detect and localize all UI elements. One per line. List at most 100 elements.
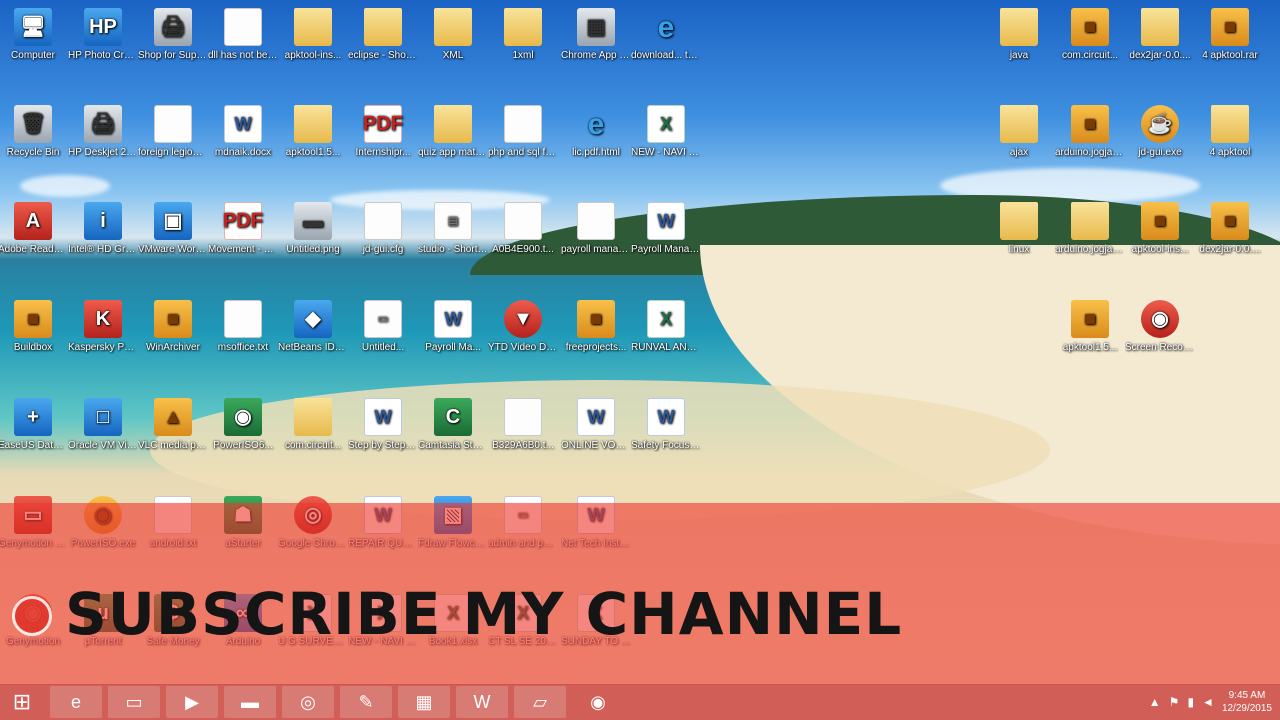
desktop-icon-label: ONLINE VOTING SY... xyxy=(561,440,631,451)
desktop-icon[interactable]: ■ com.circuit... xyxy=(1055,6,1125,62)
desktop-icon[interactable]: PDF Internshipr... xyxy=(348,103,418,159)
paint-taskbar-button[interactable]: ✎ xyxy=(340,686,392,718)
desktop-icon[interactable]: ■ freeprojects... xyxy=(561,298,631,354)
clock[interactable]: 9:45 AM 12/29/2015 xyxy=(1222,689,1272,715)
desktop-icon[interactable]: ◉ PowerISO6... xyxy=(208,396,278,452)
explorer-taskbar-button[interactable]: ▭ xyxy=(108,686,160,718)
cmd-taskbar-button[interactable]: ▬ xyxy=(224,686,276,718)
desktop-icon[interactable]: ■ dex2jar-0.0.... xyxy=(1195,200,1265,256)
desktop-icon[interactable]: Wmdnaik.docx xyxy=(208,103,278,159)
action-center-icon[interactable]: ⚑ xyxy=(1169,695,1180,709)
app-icon: ■ xyxy=(1141,202,1179,240)
desktop-icon[interactable]: msoffice.txt xyxy=(208,298,278,354)
desktop-icon[interactable]: ▬ Untitled.png xyxy=(278,200,348,256)
pdf-icon: PDF xyxy=(363,105,403,143)
desktop-icon[interactable]: ■ arduino.jogja apkfile.co... xyxy=(1055,103,1125,159)
desktop-icon[interactable]: ▤ studio - Shortcut xyxy=(418,200,488,256)
app-icon: ■ xyxy=(1211,202,1249,240)
desktop-icon[interactable]: ajax xyxy=(984,103,1054,159)
desktop-icon[interactable]: + EaseUS Data Recovery ... xyxy=(0,396,68,452)
desktop-icon[interactable]: dll has not been regist... xyxy=(208,6,278,62)
desktop-icon[interactable]: ☕ jd-gui.exe xyxy=(1125,103,1195,159)
desktop-icon[interactable]: ■ apktool-ins... xyxy=(1125,200,1195,256)
desktop-icon-label: A0B4E900.t... xyxy=(492,244,554,255)
desktop-icon[interactable]: ▦ Chrome App Launcher xyxy=(561,6,631,62)
desktop-icon[interactable]: arduino.jogja apkfile.com xyxy=(1055,200,1125,256)
desktop-icon[interactable]: PDF Movement - Moving fo... xyxy=(208,200,278,256)
desktop-icon[interactable]: ◉ Screen Recorder xyxy=(1125,298,1195,354)
start-button[interactable]: ⊞ xyxy=(0,684,44,720)
files-taskbar-button[interactable]: ▱ xyxy=(514,686,566,718)
app-launcher-taskbar-button[interactable]: ▦ xyxy=(398,686,450,718)
desktop-icon[interactable]: quiz app material a... xyxy=(418,103,488,159)
screen-recorder-taskbar-button[interactable]: ◉ xyxy=(572,686,624,718)
desktop-icon[interactable]: □ Oracle VM VirtualBox xyxy=(68,396,138,452)
desktop-icon[interactable]: HP HP Photo Creations xyxy=(68,6,138,62)
desktop-icon[interactable]: ■ Buildbox xyxy=(0,298,68,354)
desktop-icon[interactable]: eclipse - Shortcut xyxy=(348,6,418,62)
desktop-icon[interactable]: 1xml xyxy=(488,6,558,62)
desktop-icon[interactable]: dex2jar-0.0.... xyxy=(1125,6,1195,62)
app-icon: 🖥 xyxy=(14,8,52,46)
desktop-icon[interactable]: A Adobe Reader XI xyxy=(0,200,68,256)
show-hidden-icons-icon[interactable]: ▲ xyxy=(1149,695,1161,709)
app-icon: K xyxy=(84,300,122,338)
word-taskbar-button[interactable]: W xyxy=(456,686,508,718)
media-taskbar-button[interactable]: ▶ xyxy=(166,686,218,718)
desktop-icon[interactable]: e lic.pdf.html xyxy=(561,103,631,159)
desktop-icon[interactable]: ▭ Untitled... xyxy=(348,298,418,354)
desktop-icon[interactable]: W Safety Focus Inspection ... xyxy=(631,396,701,452)
desktop-icon[interactable]: X NEW - NAVI - DEC- 2015 ... xyxy=(631,103,701,159)
desktop-icon[interactable]: 🖥 Computer xyxy=(0,6,68,62)
desktop-icon-label: Internshipr... xyxy=(355,147,411,158)
desktop-icon[interactable]: X RUNVAL ANTHORIU... xyxy=(631,298,701,354)
desktop-icon-label: XML xyxy=(442,50,464,61)
desktop-icon[interactable]: B329A6B0.t... xyxy=(488,396,558,452)
desktop-icon-label: Payroll Ma... xyxy=(425,342,481,353)
desktop-icon[interactable]: ■ 4 apktool.rar xyxy=(1195,6,1265,62)
desktop-icon[interactable]: ◆ NetBeans IDE 7.4 xyxy=(278,298,348,354)
desktop-icon-label: Kaspersky PURE 3.0 xyxy=(68,342,138,353)
app-icon: 🖨 xyxy=(154,8,192,46)
desktop-icon[interactable]: A0B4E900.t... xyxy=(488,200,558,256)
ie-taskbar-button[interactable]: e xyxy=(50,686,102,718)
desktop-icon[interactable]: 4 apktool xyxy=(1195,103,1265,159)
desktop-icon[interactable]: java xyxy=(984,6,1054,62)
desktop-icon[interactable]: ■ apktool1.5... xyxy=(1055,298,1125,354)
desktop-icon-label: dex2jar-0.0.... xyxy=(1199,244,1261,255)
word-doc-icon: W xyxy=(647,202,685,240)
desktop-icon[interactable]: 🖨 Shop for Supplies - ... xyxy=(138,6,208,62)
chrome-taskbar-button[interactable]: ◎ xyxy=(282,686,334,718)
desktop-icon[interactable]: 🖨 HP Deskjet 2640 series xyxy=(68,103,138,159)
desktop-icon[interactable]: W ONLINE VOTING SY... xyxy=(561,396,631,452)
desktop-icon[interactable]: 🗑 Recycle Bin xyxy=(0,103,68,159)
desktop-icon[interactable]: payroll manageme... xyxy=(561,200,631,256)
desktop-icon[interactable]: com.circuit... xyxy=(278,396,348,452)
desktop-icon[interactable]: W Payroll Ma... xyxy=(418,298,488,354)
folder-icon xyxy=(364,8,402,46)
desktop-icon[interactable]: jd-gui.cfg xyxy=(348,200,418,256)
desktop-icon[interactable]: linux xyxy=(984,200,1054,256)
desktop-icon[interactable]: C Camtasia Studio 8 xyxy=(418,396,488,452)
desktop-icon[interactable]: ▲ VLC media player xyxy=(138,396,208,452)
desktop-icon[interactable]: ▣ VMware Workstation xyxy=(138,200,208,256)
desktop-icon[interactable]: ▼ YTD Video Downloader xyxy=(488,298,558,354)
desktop-icon[interactable]: apktool-ins... xyxy=(278,6,348,62)
volume-icon[interactable]: ◄ xyxy=(1202,695,1214,709)
desktop-icon[interactable]: e download... total lift... xyxy=(631,6,701,62)
desktop-icon[interactable]: W Payroll Manageme... xyxy=(631,200,701,256)
desktop-icon[interactable]: foreign legion.txt xyxy=(138,103,208,159)
folder-icon xyxy=(434,8,472,46)
desktop-icon[interactable]: apktool1.5... xyxy=(278,103,348,159)
file-icon xyxy=(504,398,542,436)
desktop-icon-label: Payroll Manageme... xyxy=(631,244,701,255)
desktop-icon[interactable]: XML xyxy=(418,6,488,62)
desktop-icon[interactable]: W Step by Step Guide.docx xyxy=(348,396,418,452)
desktop-icon[interactable]: K Kaspersky PURE 3.0 xyxy=(68,298,138,354)
desktop-icon[interactable]: php and sql for payroll.txt xyxy=(488,103,558,159)
app-icon: e xyxy=(657,10,675,44)
network-icon[interactable]: ▮ xyxy=(1187,695,1194,709)
desktop-icon[interactable]: i Intel® HD Graphic... xyxy=(68,200,138,256)
desktop-icon[interactable]: ■ WinArchiver xyxy=(138,298,208,354)
folder-icon xyxy=(294,105,332,143)
